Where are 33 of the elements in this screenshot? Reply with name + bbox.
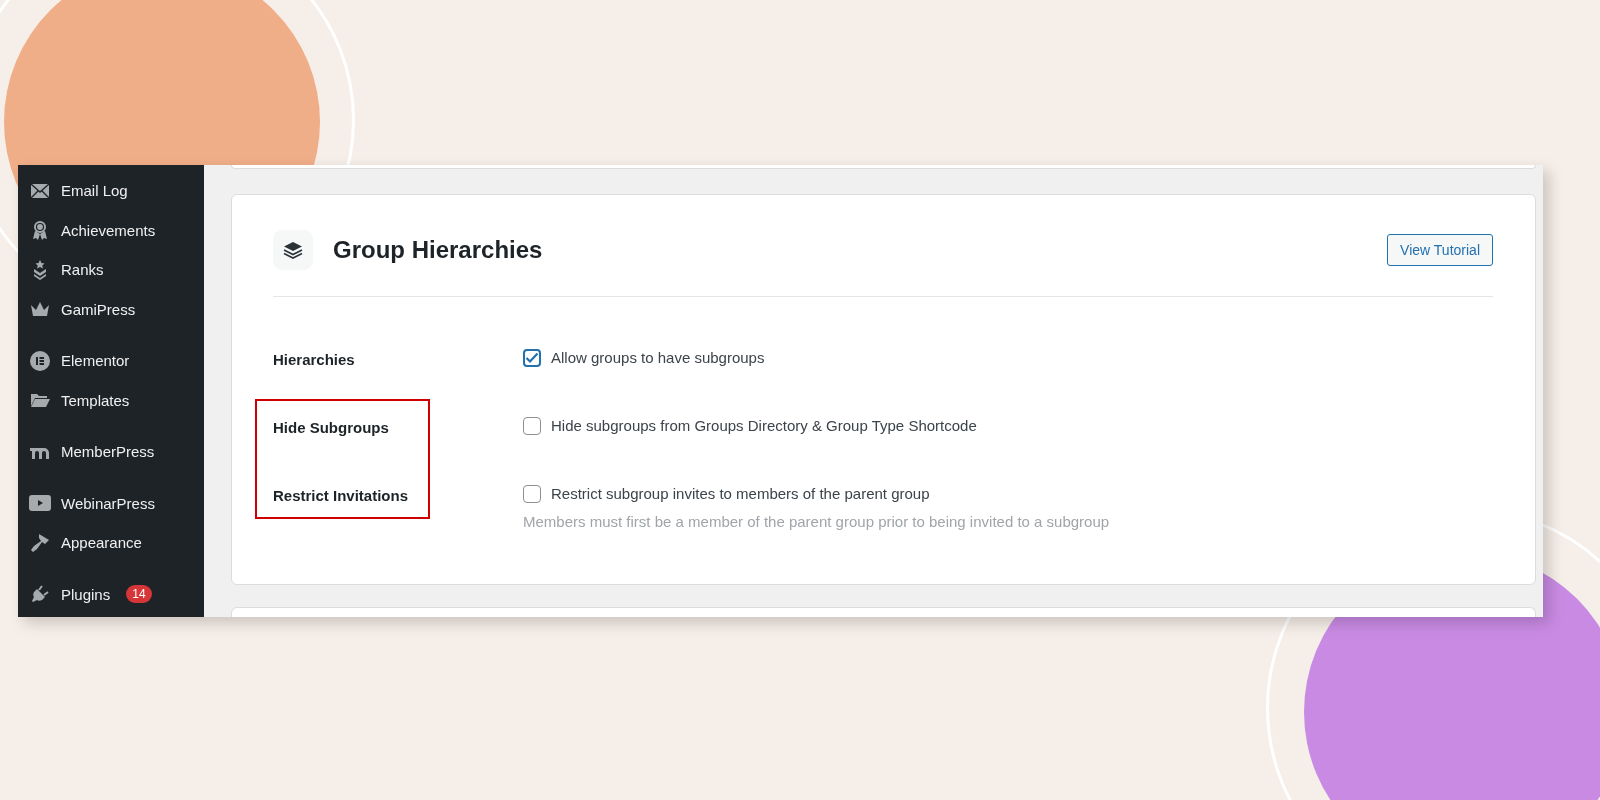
sidebar-item[interactable]: Appearance [18, 523, 204, 563]
layers-icon [283, 240, 303, 259]
letter-e-circle-icon [30, 350, 50, 371]
checkbox-label: Allow groups to have subgroups [551, 349, 765, 367]
sidebar-item[interactable]: Elementor [18, 341, 204, 381]
sidebar-item[interactable]: Plugins 14 [18, 574, 204, 614]
sidebar-item[interactable]: Templates [18, 380, 204, 420]
setting-label: Restrict Invitations [273, 485, 410, 506]
paintbrush-icon [30, 532, 50, 553]
help-text: Members must first be a member of the parent group prior to being invited to a subgroup [523, 512, 1111, 530]
checkbox-label: Restrict subgroup invites to members of the parent group [551, 485, 930, 503]
sidebar-item[interactable]: Ranks [18, 250, 204, 290]
folder-icon [30, 392, 50, 409]
sidebar-item[interactable]: WebinarPress [18, 483, 204, 523]
checkbox[interactable] [523, 348, 541, 367]
checkbox-label: Hide subgroups from Groups Directory & Group Type Shortcode [551, 417, 977, 435]
view-tutorial-button[interactable]: View Tutorial [1387, 233, 1493, 266]
sidebar-item[interactable]: GamiPress [18, 289, 204, 329]
sidebar-item[interactable]: MemberPress [18, 432, 204, 472]
checkbox[interactable] [523, 416, 541, 435]
count-badge: 14 [126, 585, 152, 604]
checkbox[interactable] [523, 484, 541, 503]
plug-icon [30, 584, 50, 605]
sidebar-item[interactable]: Email Log [18, 171, 204, 211]
setting-label: Hide Subgroups [273, 417, 390, 438]
envelope-icon [30, 182, 50, 199]
star-chevrons-icon [32, 259, 48, 280]
award-ribbon-icon [32, 220, 48, 241]
crown-icon [30, 301, 50, 318]
section-title: Group Hierarchies [333, 235, 544, 264]
play-button-icon [29, 495, 51, 512]
setting-label: Hierarchies [273, 349, 356, 370]
sidebar-item[interactable]: Achievements [18, 210, 204, 250]
